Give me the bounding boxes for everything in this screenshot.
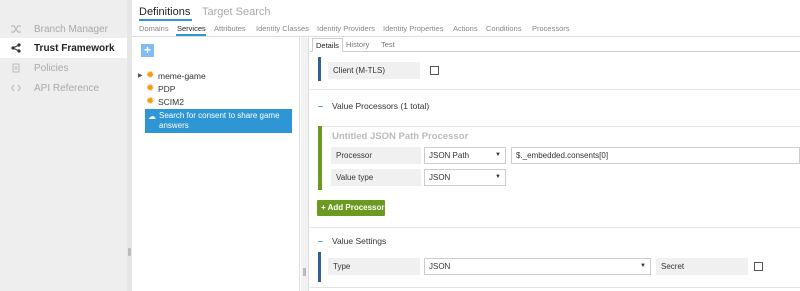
code-icon [11, 83, 21, 93]
services-tree: + ▶ ✹ meme-game ✹ PDP ✹ SCIM2 ☁ Search f… [132, 37, 300, 291]
subtab-identity-properties[interactable]: Identity Properties [383, 24, 443, 33]
section-title: Value Processors (1 total) [332, 101, 430, 111]
gear-icon: ✹ [146, 70, 155, 81]
tree-item-selected[interactable]: ☁ Search for consent to share game answe… [145, 109, 292, 133]
nav-item-policies[interactable]: Policies [0, 58, 127, 78]
type-select[interactable]: JSON ▼ [424, 258, 651, 275]
subtab-identity-providers[interactable]: Identity Providers [317, 24, 375, 33]
gear-icon: ✹ [146, 96, 155, 107]
tree-item-pdp[interactable]: ✹ PDP [138, 82, 175, 95]
nav-resize-handle[interactable] [128, 248, 131, 256]
secret-checkbox[interactable] [754, 262, 763, 271]
processor-select[interactable]: JSON Path ▼ [424, 147, 506, 164]
nav-item-branch-manager[interactable]: Branch Manager [0, 19, 127, 39]
processor-accent-bar [318, 126, 322, 190]
tab-test[interactable]: Test [381, 40, 395, 49]
collapse-icon[interactable]: – [318, 101, 323, 111]
subtab-domains[interactable]: Domains [139, 24, 169, 33]
subtab-identity-classes[interactable]: Identity Classes [256, 24, 309, 33]
tab-target-search[interactable]: Target Search [202, 6, 270, 18]
panel-splitter[interactable] [301, 37, 309, 291]
nav-label: Trust Framework [34, 42, 115, 54]
subtab-attributes[interactable]: Attributes [214, 24, 246, 33]
tree-item-meme-game[interactable]: ▶ ✹ meme-game [138, 69, 206, 82]
value-type-select[interactable]: JSON ▼ [424, 169, 506, 186]
value-processors-header[interactable]: – Value Processors (1 total) [318, 101, 429, 111]
shuffle-icon [11, 24, 21, 34]
tab-history[interactable]: History [346, 40, 369, 49]
add-service-button[interactable]: + [141, 44, 154, 57]
secret-label: Secret [656, 258, 748, 275]
gear-icon: ✹ [146, 83, 155, 94]
section-title: Value Settings [332, 236, 387, 246]
chevron-down-icon: ▼ [495, 174, 501, 180]
processor-title[interactable]: Untitled JSON Path Processor [332, 131, 468, 142]
nav-item-trust-framework[interactable]: Trust Framework [0, 38, 127, 58]
value-settings-header[interactable]: – Value Settings [318, 236, 386, 246]
divider [310, 287, 800, 288]
section-bar [318, 57, 321, 81]
tree-item-label: PDP [158, 83, 176, 94]
details-panel: Details History Test Client (M-TLS) – Va… [310, 37, 800, 291]
add-processor-button[interactable]: + Add Processor [317, 200, 385, 216]
processor-label: Processor [331, 147, 421, 164]
client-mtls-label: Client (M-TLS) [328, 62, 420, 79]
divider [310, 89, 800, 90]
json-path-expression-input[interactable]: $._embedded.consents[0] [511, 147, 800, 164]
chevron-down-icon: ▼ [495, 152, 501, 158]
tab-details[interactable]: Details [312, 38, 343, 52]
left-nav: Branch Manager Trust Framework Policies … [0, 0, 127, 291]
chevron-down-icon: ▼ [640, 263, 646, 269]
divider [310, 227, 800, 228]
nav-label: Policies [34, 62, 69, 74]
top-bar: Definitions Target Search Domains Servic… [132, 0, 800, 37]
subtab-services[interactable]: Services [177, 24, 206, 33]
nav-label: Branch Manager [34, 23, 108, 35]
active-subtab-underline [176, 34, 206, 36]
document-icon [11, 63, 21, 73]
tree-item-label: Search for consent to share game answers [159, 111, 280, 130]
nav-item-api-reference[interactable]: API Reference [0, 78, 127, 98]
tree-item-label: meme-game [158, 70, 206, 81]
subtab-actions[interactable]: Actions [453, 24, 478, 33]
details-tabs: Details History Test [310, 37, 800, 52]
share-nodes-icon [11, 43, 21, 53]
subtab-processors[interactable]: Processors [532, 24, 570, 33]
tab-definitions[interactable]: Definitions [139, 6, 190, 18]
collapse-icon[interactable]: – [318, 236, 323, 246]
type-label: Type [328, 258, 420, 275]
nav-label: API Reference [34, 82, 100, 94]
chevron-right-icon[interactable]: ▶ [138, 72, 146, 79]
tree-item-label: SCIM2 [158, 96, 184, 107]
section-bar [318, 252, 321, 282]
subtab-conditions[interactable]: Conditions [486, 24, 521, 33]
client-mtls-checkbox[interactable] [430, 66, 439, 75]
tree-item-scim2[interactable]: ✹ SCIM2 [138, 95, 184, 108]
value-type-label: Value type [331, 169, 421, 186]
splitter-handle[interactable] [303, 268, 306, 276]
cloud-icon: ☁ [148, 112, 156, 121]
active-tab-underline [139, 19, 192, 21]
